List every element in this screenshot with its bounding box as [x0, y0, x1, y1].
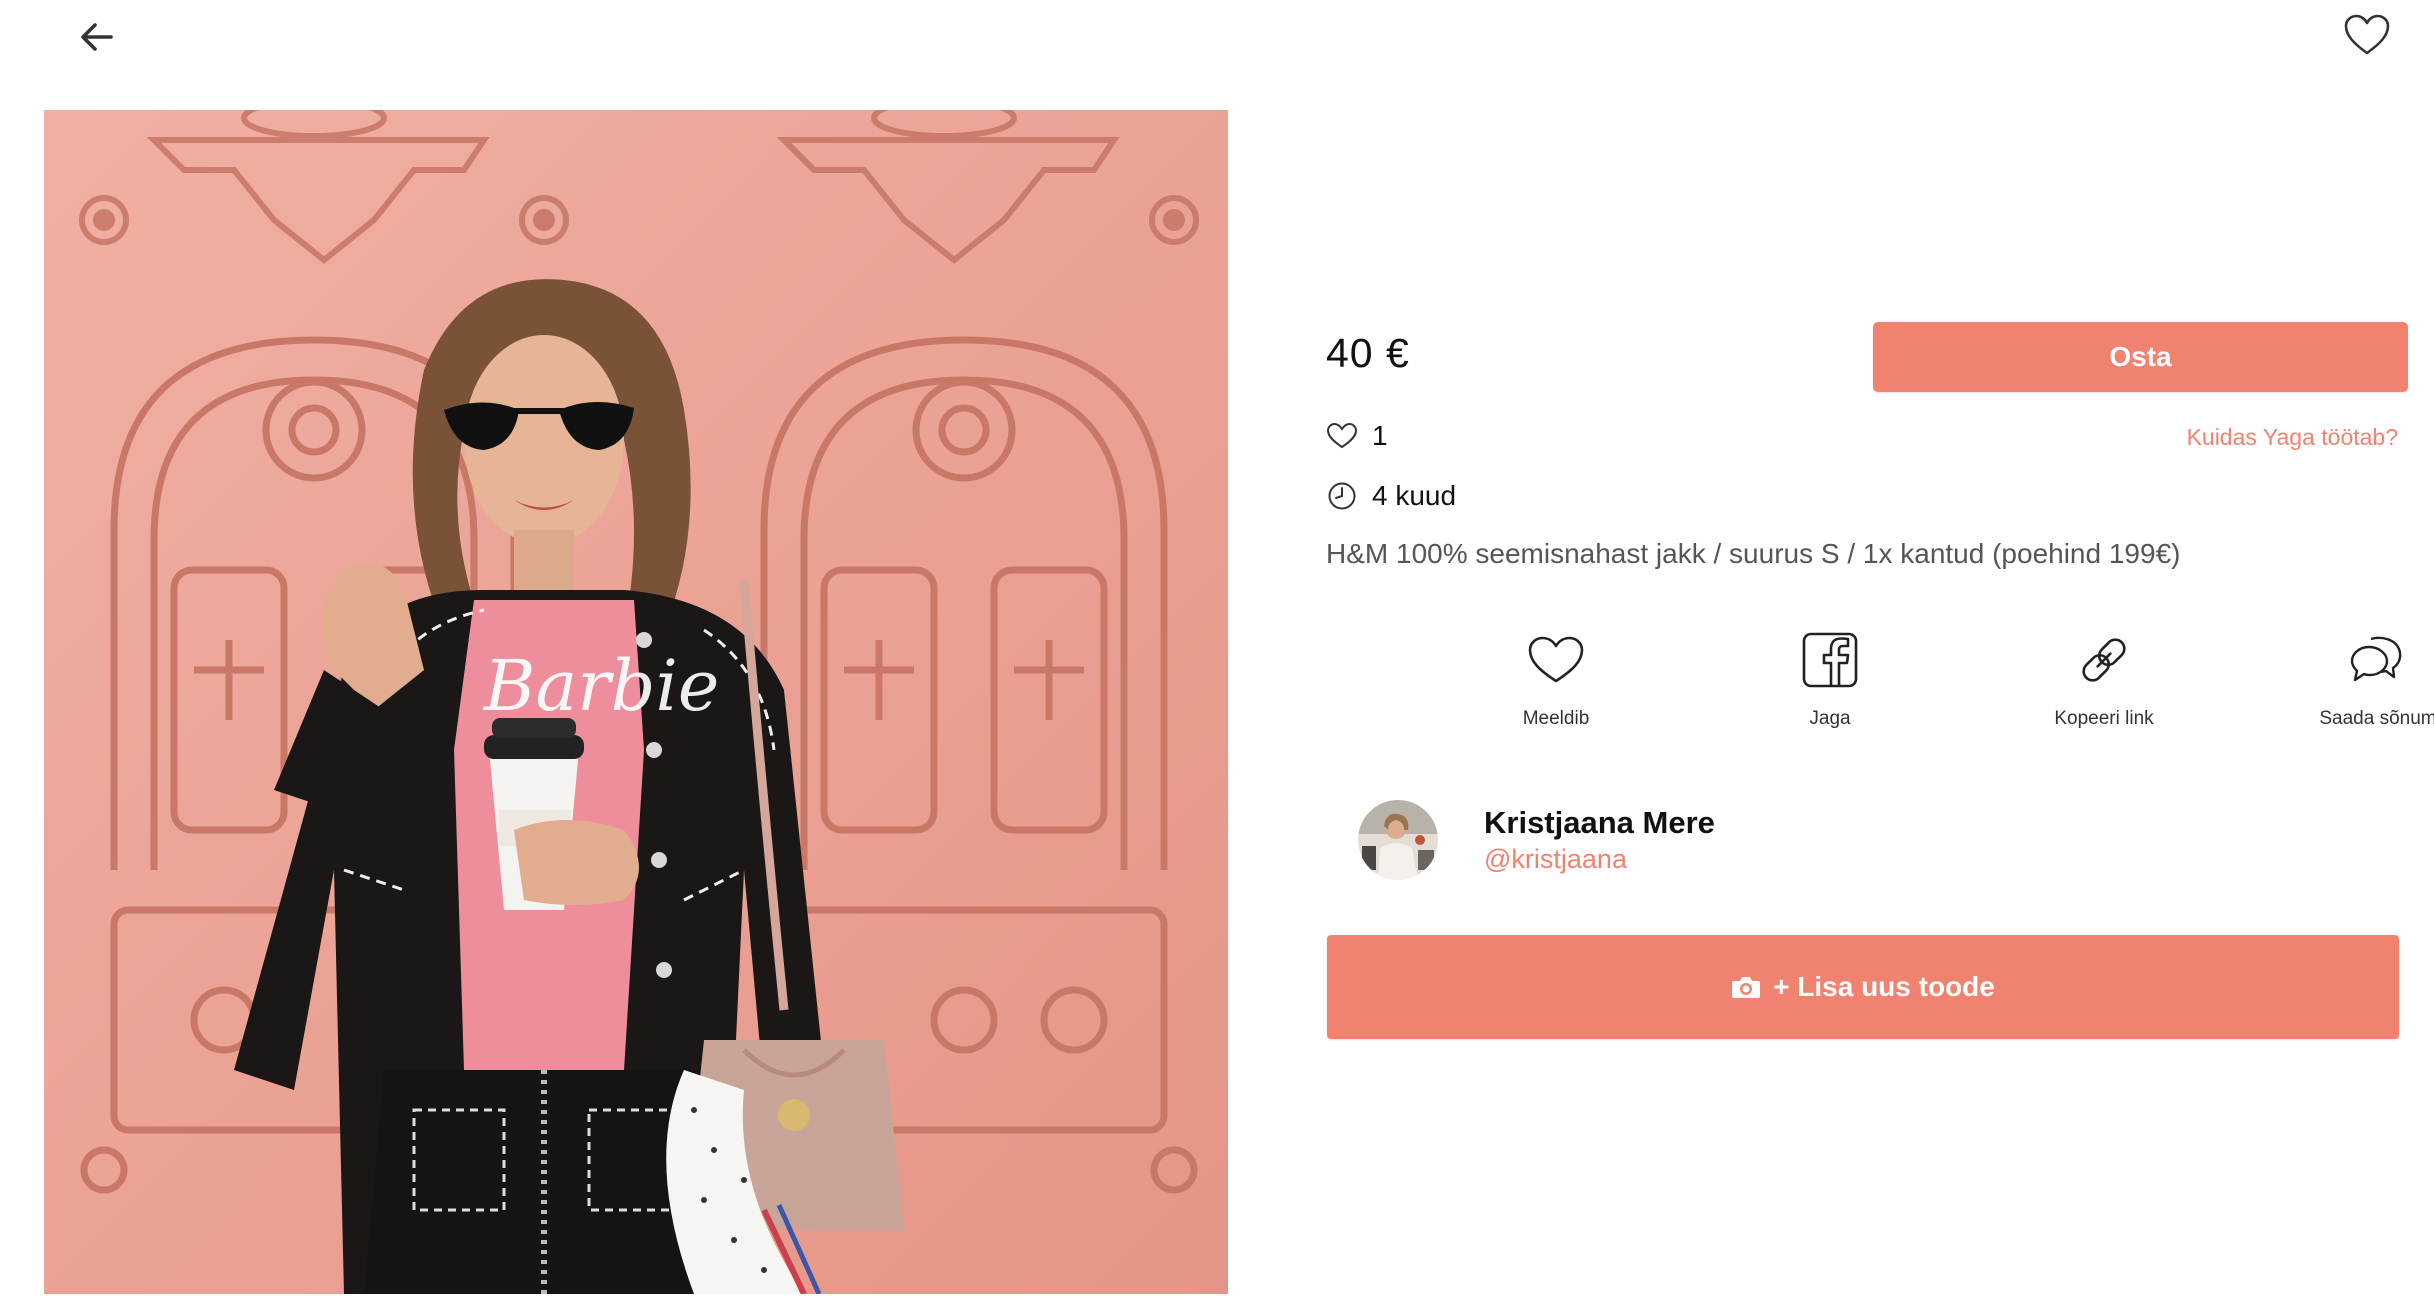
- like-action[interactable]: Meeldib: [1456, 628, 1656, 730]
- send-message-label: Saada sõnum: [2319, 708, 2434, 729]
- like-action-label: Meeldib: [1522, 708, 1590, 729]
- product-description: H&M 100% seemisnahast jakk / suurus S / …: [1326, 538, 2181, 569]
- send-message-action[interactable]: Saada sõnum: [2278, 628, 2434, 730]
- seller-handle[interactable]: @kristjaana: [1484, 842, 1715, 876]
- clock-icon: [1326, 480, 1358, 512]
- arrow-left-icon: [77, 17, 117, 62]
- facebook-icon: [1798, 628, 1862, 692]
- seller-profile[interactable]: Kristjaana Mere @kristjaana: [1358, 800, 1715, 880]
- add-new-product-button[interactable]: + Lisa uus toode: [1327, 935, 2399, 1039]
- likes-count-row: 1: [1326, 420, 1388, 452]
- action-bar: Meeldib Jaga Kopeeri link Saada sõnum: [1326, 628, 2434, 758]
- add-new-product-label: + Lisa uus toode: [1773, 971, 1995, 1002]
- product-photo[interactable]: Barbie: [44, 110, 1228, 1294]
- favorite-button[interactable]: [2340, 12, 2394, 62]
- heart-icon: [1524, 628, 1588, 692]
- product-price: 40 €: [1326, 330, 1410, 376]
- listing-age-row: 4 kuud: [1326, 480, 1456, 512]
- likes-count: 1: [1372, 420, 1388, 451]
- buy-button[interactable]: Osta: [1873, 322, 2408, 392]
- heart-outline-icon: [2343, 13, 2391, 62]
- link-icon: [2072, 628, 2136, 692]
- seller-info: Kristjaana Mere @kristjaana: [1484, 804, 1715, 876]
- copy-link-action[interactable]: Kopeeri link: [2004, 628, 2204, 730]
- back-button[interactable]: [72, 14, 122, 64]
- product-photo-illustration: Barbie: [44, 110, 1228, 1294]
- heart-small-icon: [1326, 420, 1358, 452]
- how-it-works-link[interactable]: Kuidas Yaga töötab?: [2187, 424, 2398, 451]
- camera-icon: [1731, 975, 1761, 999]
- listing-age: 4 kuud: [1372, 480, 1457, 511]
- chat-bubbles-icon: [2346, 628, 2410, 692]
- copy-link-label: Kopeeri link: [2054, 708, 2154, 729]
- share-facebook-action[interactable]: Jaga: [1730, 628, 1930, 730]
- share-facebook-label: Jaga: [1809, 708, 1851, 729]
- seller-name: Kristjaana Mere: [1484, 805, 1715, 840]
- avatar[interactable]: [1358, 800, 1438, 880]
- svg-text:Barbie: Barbie: [482, 645, 719, 727]
